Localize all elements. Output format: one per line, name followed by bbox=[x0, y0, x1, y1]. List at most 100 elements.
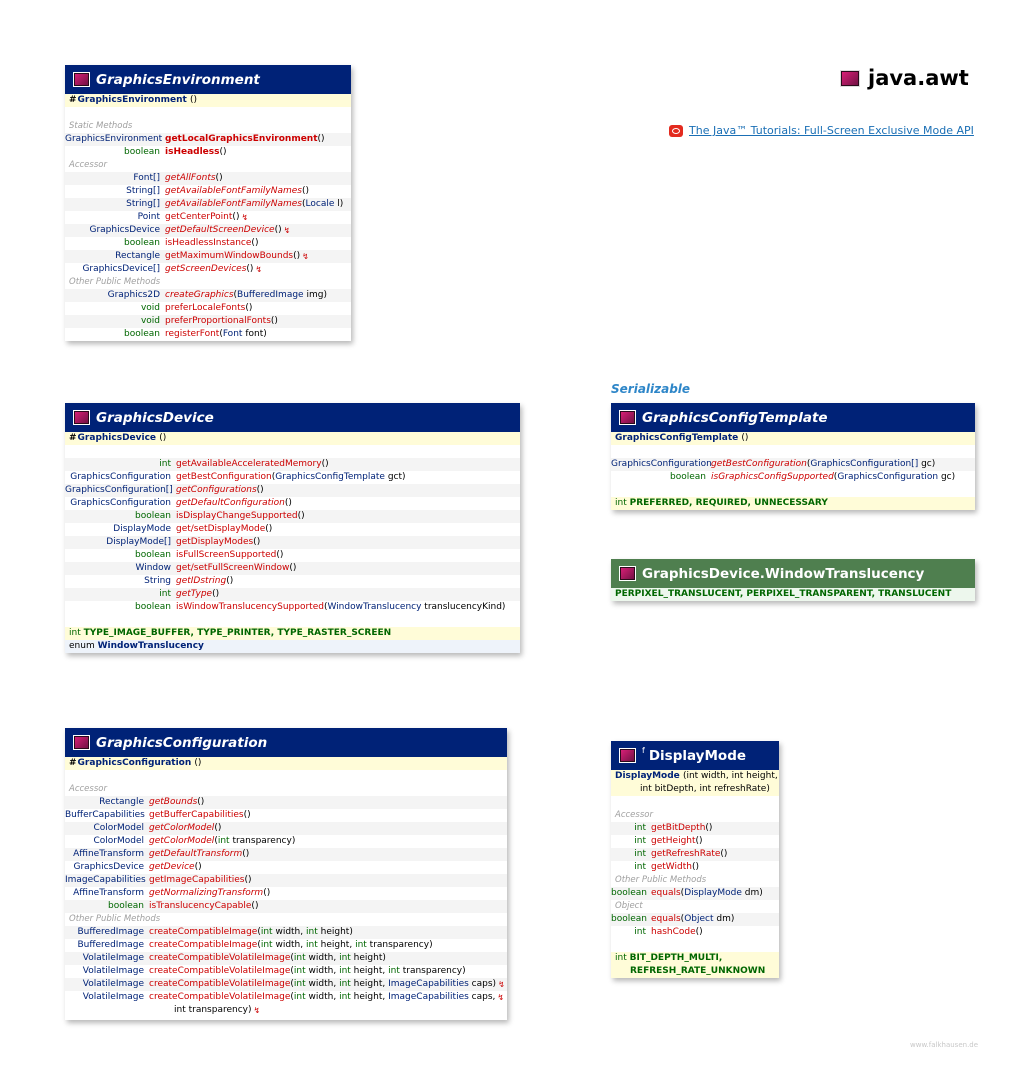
method-name: isHeadlessInstance bbox=[165, 238, 252, 248]
method-name: getAvailableFontFamilyNames bbox=[165, 199, 302, 209]
method-name: getNormalizingTransform bbox=[149, 888, 264, 898]
method-row: Rectangle getBounds () bbox=[65, 796, 507, 809]
security-check-icon: ↯ bbox=[255, 265, 263, 274]
method-args: (int transparency) bbox=[214, 836, 296, 846]
method-row: GraphicsConfiguration getBestConfiguratio… bbox=[611, 458, 975, 471]
method-name: getType bbox=[176, 589, 213, 599]
return-type: boolean bbox=[670, 472, 706, 482]
method-name: createCompatibleVolatileImage bbox=[149, 992, 291, 1002]
method-row: boolean isFullScreenSupported () bbox=[65, 549, 520, 562]
method-name: isDisplayChangeSupported bbox=[176, 511, 298, 521]
abstract-class-icon bbox=[73, 72, 90, 87]
method-args: () bbox=[242, 849, 250, 859]
method-args: (int width, int height, ImageCapabilitie… bbox=[290, 979, 497, 989]
method-row: ColorModel getColorModel (int transparenc… bbox=[65, 835, 507, 848]
return-type: GraphicsEnvironment bbox=[65, 134, 163, 144]
package-title: java.awt bbox=[840, 66, 969, 90]
class-header: GraphicsDevice.WindowTranslucency bbox=[611, 559, 975, 588]
return-type: boolean bbox=[135, 602, 171, 612]
return-type: DisplayMode[] bbox=[106, 537, 171, 547]
method-row: GraphicsConfiguration getDefaultConfigura… bbox=[65, 497, 520, 510]
security-check-icon: ↯ bbox=[302, 252, 309, 261]
method-row: GraphicsConfiguration[] getConfigurations… bbox=[65, 484, 520, 497]
return-type: Graphics2D bbox=[107, 290, 160, 300]
enum-icon bbox=[619, 566, 636, 581]
return-type: GraphicsConfiguration bbox=[70, 472, 171, 482]
method-name: isFullScreenSupported bbox=[176, 550, 277, 560]
method-row: DisplayMode get/setDisplayMode () bbox=[65, 523, 520, 536]
enum-window-translucency: GraphicsDevice.WindowTranslucency PERPIX… bbox=[611, 559, 975, 601]
method-row: void preferLocaleFonts () bbox=[65, 302, 351, 315]
method-list: Graphics2D createGraphics (BufferedImage … bbox=[65, 289, 351, 341]
method-row: ImageCapabilities getImageCapabilities () bbox=[65, 874, 507, 887]
method-row: AffineTransform getNormalizingTransform (… bbox=[65, 887, 507, 900]
constants: int TYPE_IMAGE_BUFFER, TYPE_PRINTER, TYP… bbox=[65, 627, 520, 640]
method-name: equals bbox=[651, 888, 681, 898]
method-row: DisplayMode[] getDisplayModes () bbox=[65, 536, 520, 549]
tutorial-link-row: The Java™ Tutorials: Full-Screen Exclusi… bbox=[669, 124, 974, 137]
method-name: getImageCapabilities bbox=[149, 875, 245, 885]
method-row: Point getCenterPoint () ↯ bbox=[65, 211, 351, 224]
method-row: Window get/setFullScreenWindow () bbox=[65, 562, 520, 575]
method-args: () bbox=[284, 498, 292, 508]
method-name: isHeadless bbox=[165, 147, 220, 157]
method-name: getRefreshRate bbox=[651, 849, 721, 859]
method-row: void preferProportionalFonts () bbox=[65, 315, 351, 328]
tutorial-link[interactable]: The Java™ Tutorials: Full-Screen Exclusi… bbox=[689, 124, 974, 137]
return-type: int bbox=[634, 823, 646, 833]
method-args: (Locale l) bbox=[302, 199, 344, 209]
method-args: () bbox=[289, 563, 297, 573]
method-name: getColorModel bbox=[149, 836, 215, 846]
class-graphics-environment: GraphicsEnvironment #GraphicsEnvironment… bbox=[65, 65, 351, 341]
method-row: boolean isWindowTranslucencySupported (Wi… bbox=[65, 601, 520, 614]
method-name: isWindowTranslucencySupported bbox=[176, 602, 324, 612]
method-list: int getAvailableAcceleratedMemory () Graph… bbox=[65, 458, 520, 614]
section-label: Accessor bbox=[69, 784, 107, 794]
method-row: int getWidth () bbox=[611, 861, 779, 874]
security-check-icon: ↯ bbox=[497, 993, 505, 1002]
return-type: GraphicsDevice bbox=[73, 862, 144, 872]
return-type: Window bbox=[135, 563, 172, 573]
return-type: DisplayMode bbox=[113, 524, 171, 534]
method-args: () bbox=[219, 147, 227, 157]
constructor: #GraphicsEnvironment () bbox=[65, 94, 351, 107]
method-args: () bbox=[244, 875, 252, 885]
return-type: int bbox=[634, 849, 646, 859]
return-type: GraphicsDevice[] bbox=[82, 264, 160, 274]
method-args: (GraphicsConfiguration[] gc) bbox=[806, 459, 936, 469]
method-row: BufferCapabilities getBufferCapabilities … bbox=[65, 809, 507, 822]
method-name: createCompatibleImage bbox=[149, 927, 258, 937]
section-label: Static Methods bbox=[69, 121, 133, 131]
method-name: getConfigurations bbox=[176, 485, 257, 495]
method-name: getDisplayModes bbox=[176, 537, 254, 547]
method-args: (GraphicsConfiguration gc) bbox=[833, 472, 956, 482]
method-name: getBestConfiguration bbox=[176, 472, 272, 482]
class-icon bbox=[619, 748, 636, 763]
method-args: () bbox=[194, 862, 202, 872]
method-name: getWidth bbox=[651, 862, 692, 872]
method-row: BufferedImage createCompatibleImage (int … bbox=[65, 926, 507, 939]
return-type: BufferedImage bbox=[77, 927, 144, 937]
method-list: Rectangle getBounds () BufferCapabilities g… bbox=[65, 796, 507, 913]
method-args: (int width, int height) bbox=[257, 927, 353, 937]
method-row: VolatileImage createCompatibleVolatileIma… bbox=[65, 991, 507, 1004]
constructor: GraphicsConfigTemplate () bbox=[611, 432, 975, 445]
method-row: VolatileImage createCompatibleVolatileIma… bbox=[65, 978, 507, 991]
return-type: int bbox=[634, 927, 646, 937]
section-label: Other Public Methods bbox=[615, 875, 707, 885]
method-name: createGraphics bbox=[165, 290, 234, 300]
return-type: GraphicsConfiguration bbox=[70, 498, 171, 508]
method-row: AffineTransform getDefaultTransform () bbox=[65, 848, 507, 861]
method-name: getBestConfiguration bbox=[711, 459, 807, 469]
class-title: DisplayMode bbox=[648, 747, 747, 764]
return-type: void bbox=[140, 316, 160, 326]
method-row: Font[] getAllFonts () bbox=[65, 172, 351, 185]
method-args: () bbox=[297, 511, 305, 521]
class-title: GraphicsConfiguration bbox=[96, 734, 268, 751]
return-type: Rectangle bbox=[115, 251, 160, 261]
method-name: createCompatibleVolatileImage bbox=[149, 966, 291, 976]
method-row: VolatileImage createCompatibleVolatileIma… bbox=[65, 965, 507, 978]
method-name: getAvailableFontFamilyNames bbox=[165, 186, 302, 196]
return-type: VolatileImage bbox=[82, 953, 144, 963]
return-type: boolean bbox=[124, 238, 160, 248]
